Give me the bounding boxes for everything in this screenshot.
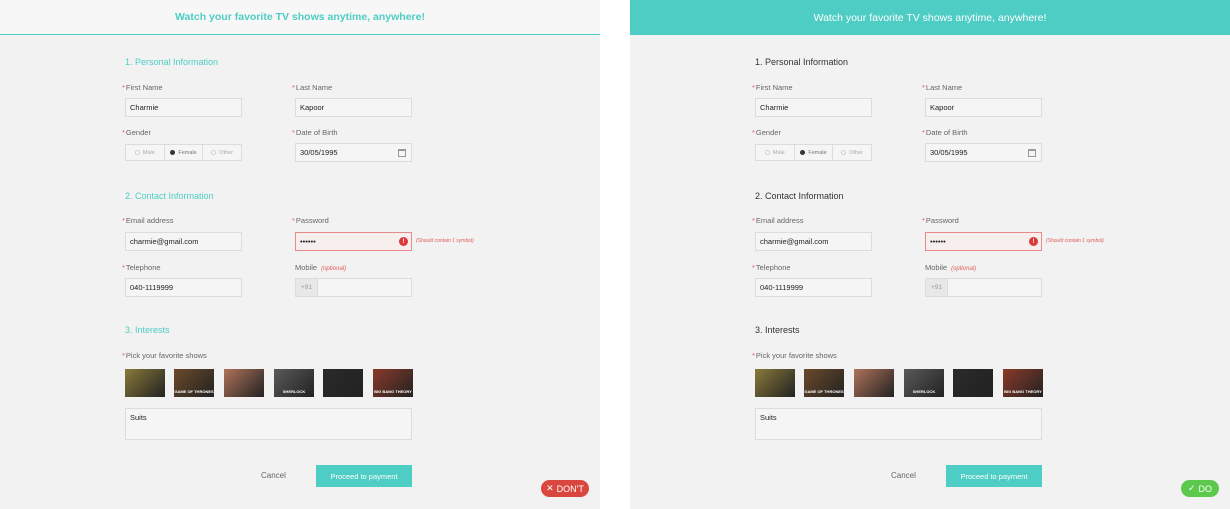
show-thumbnail[interactable]: BIG BANG THEORY [1003,369,1043,397]
cancel-button[interactable]: Cancel [261,471,286,480]
email-field[interactable]: charmie@gmail.com [125,232,242,251]
mobile-field[interactable]: +91 [925,278,1042,297]
radio-icon [211,150,217,155]
shows-textarea[interactable]: Suits [755,408,1042,440]
radio-icon [764,150,770,155]
first-name-field[interactable]: Charmie [125,98,242,117]
shows-textarea[interactable]: Suits [125,408,412,440]
gender-option-other[interactable]: Other [203,145,241,160]
dont-example-panel: Watch your favorite TV shows anytime, an… [0,0,600,509]
telephone-label: *Telephone [122,263,161,272]
close-icon: ✕ [546,483,554,493]
email-field[interactable]: charmie@gmail.com [755,232,872,251]
shows-label: *Pick your favorite shows [752,351,837,360]
proceed-to-payment-button[interactable]: Proceed to payment [316,465,412,487]
country-code-prefix: +91 [926,279,948,296]
last-name-field[interactable]: Kapoor [295,98,412,117]
personal-section-title: 1. Personal Information [125,57,219,67]
show-thumbnail[interactable] [323,369,363,397]
show-thumbnail[interactable]: BIG BANG THEORY [373,369,413,397]
dob-field[interactable]: 30/05/1995 [295,143,412,162]
personal-section-title: 1. Personal Information [755,57,849,67]
interests-section-title: 3. Interests [125,325,170,335]
dob-field[interactable]: 30/05/1995 [925,143,1042,162]
gender-option-male[interactable]: Male [126,145,165,160]
radio-selected-icon [800,150,806,155]
first-name-label: *First Name [122,83,163,92]
telephone-label: *Telephone [752,263,791,272]
radio-icon [134,150,140,155]
show-thumbnail[interactable]: SHERLOCK [274,369,314,397]
email-label: *Email address [122,216,174,225]
interests-section-title: 3. Interests [755,325,800,335]
cancel-button[interactable]: Cancel [891,471,916,480]
gender-radio-group: Male Female Other [755,144,872,161]
proceed-to-payment-button[interactable]: Proceed to payment [946,465,1042,487]
gender-option-male[interactable]: Male [756,145,795,160]
banner: Watch your favorite TV shows anytime, an… [630,0,1230,35]
dob-label: *Date of Birth [292,128,338,137]
last-name-label: *Last Name [922,83,963,92]
mobile-label: Mobile (optional) [925,263,977,272]
gender-radio-group: Male Female Other [125,144,242,161]
show-thumbnail[interactable] [755,369,795,397]
last-name-label: *Last Name [292,83,333,92]
email-label: *Email address [752,216,804,225]
radio-selected-icon [170,150,176,155]
checkmark-icon: ✓ [1187,483,1196,493]
calendar-icon[interactable] [398,149,406,157]
show-thumbnail[interactable] [125,369,165,397]
password-label: *Password [922,216,959,225]
country-code-prefix: +91 [296,279,318,296]
password-field[interactable]: ••••••! [925,232,1042,251]
password-error-message: (Should contain 1 symbol) [1046,238,1104,244]
banner: Watch your favorite TV shows anytime, an… [0,0,600,35]
password-field[interactable]: ••••••! [295,232,412,251]
show-thumbnail[interactable]: GAME OF THRONES [174,369,214,397]
show-thumbnail[interactable] [953,369,993,397]
do-example-panel: Watch your favorite TV shows anytime, an… [630,0,1230,509]
show-thumbnail[interactable]: GAME OF THRONES [804,369,844,397]
error-icon: ! [1029,237,1038,246]
password-label: *Password [292,216,329,225]
contact-section-title: 2. Contact Information [125,191,214,201]
last-name-field[interactable]: Kapoor [925,98,1042,117]
gender-option-female[interactable]: Female [165,145,204,160]
mobile-label: Mobile (optional) [295,263,347,272]
shows-label: *Pick your favorite shows [122,351,207,360]
show-thumbnail[interactable] [854,369,894,397]
calendar-icon[interactable] [1028,149,1036,157]
telephone-field[interactable]: 040-1119999 [755,278,872,297]
contact-section-title: 2. Contact Information [755,191,844,201]
radio-icon [841,150,847,155]
first-name-label: *First Name [752,83,793,92]
do-badge: ✓ DO [1181,480,1219,497]
show-thumbnail[interactable] [224,369,264,397]
gender-option-female[interactable]: Female [795,145,834,160]
mobile-field[interactable]: +91 [295,278,412,297]
password-error-message: (Should contain 1 symbol) [416,238,474,244]
gender-label: *Gender [752,128,781,137]
dob-label: *Date of Birth [922,128,968,137]
dont-badge: ✕ DON'T [541,480,589,497]
show-thumbnail[interactable]: SHERLOCK [904,369,944,397]
first-name-field[interactable]: Charmie [755,98,872,117]
gender-label: *Gender [122,128,151,137]
error-icon: ! [399,237,408,246]
telephone-field[interactable]: 040-1119999 [125,278,242,297]
gender-option-other[interactable]: Other [833,145,871,160]
